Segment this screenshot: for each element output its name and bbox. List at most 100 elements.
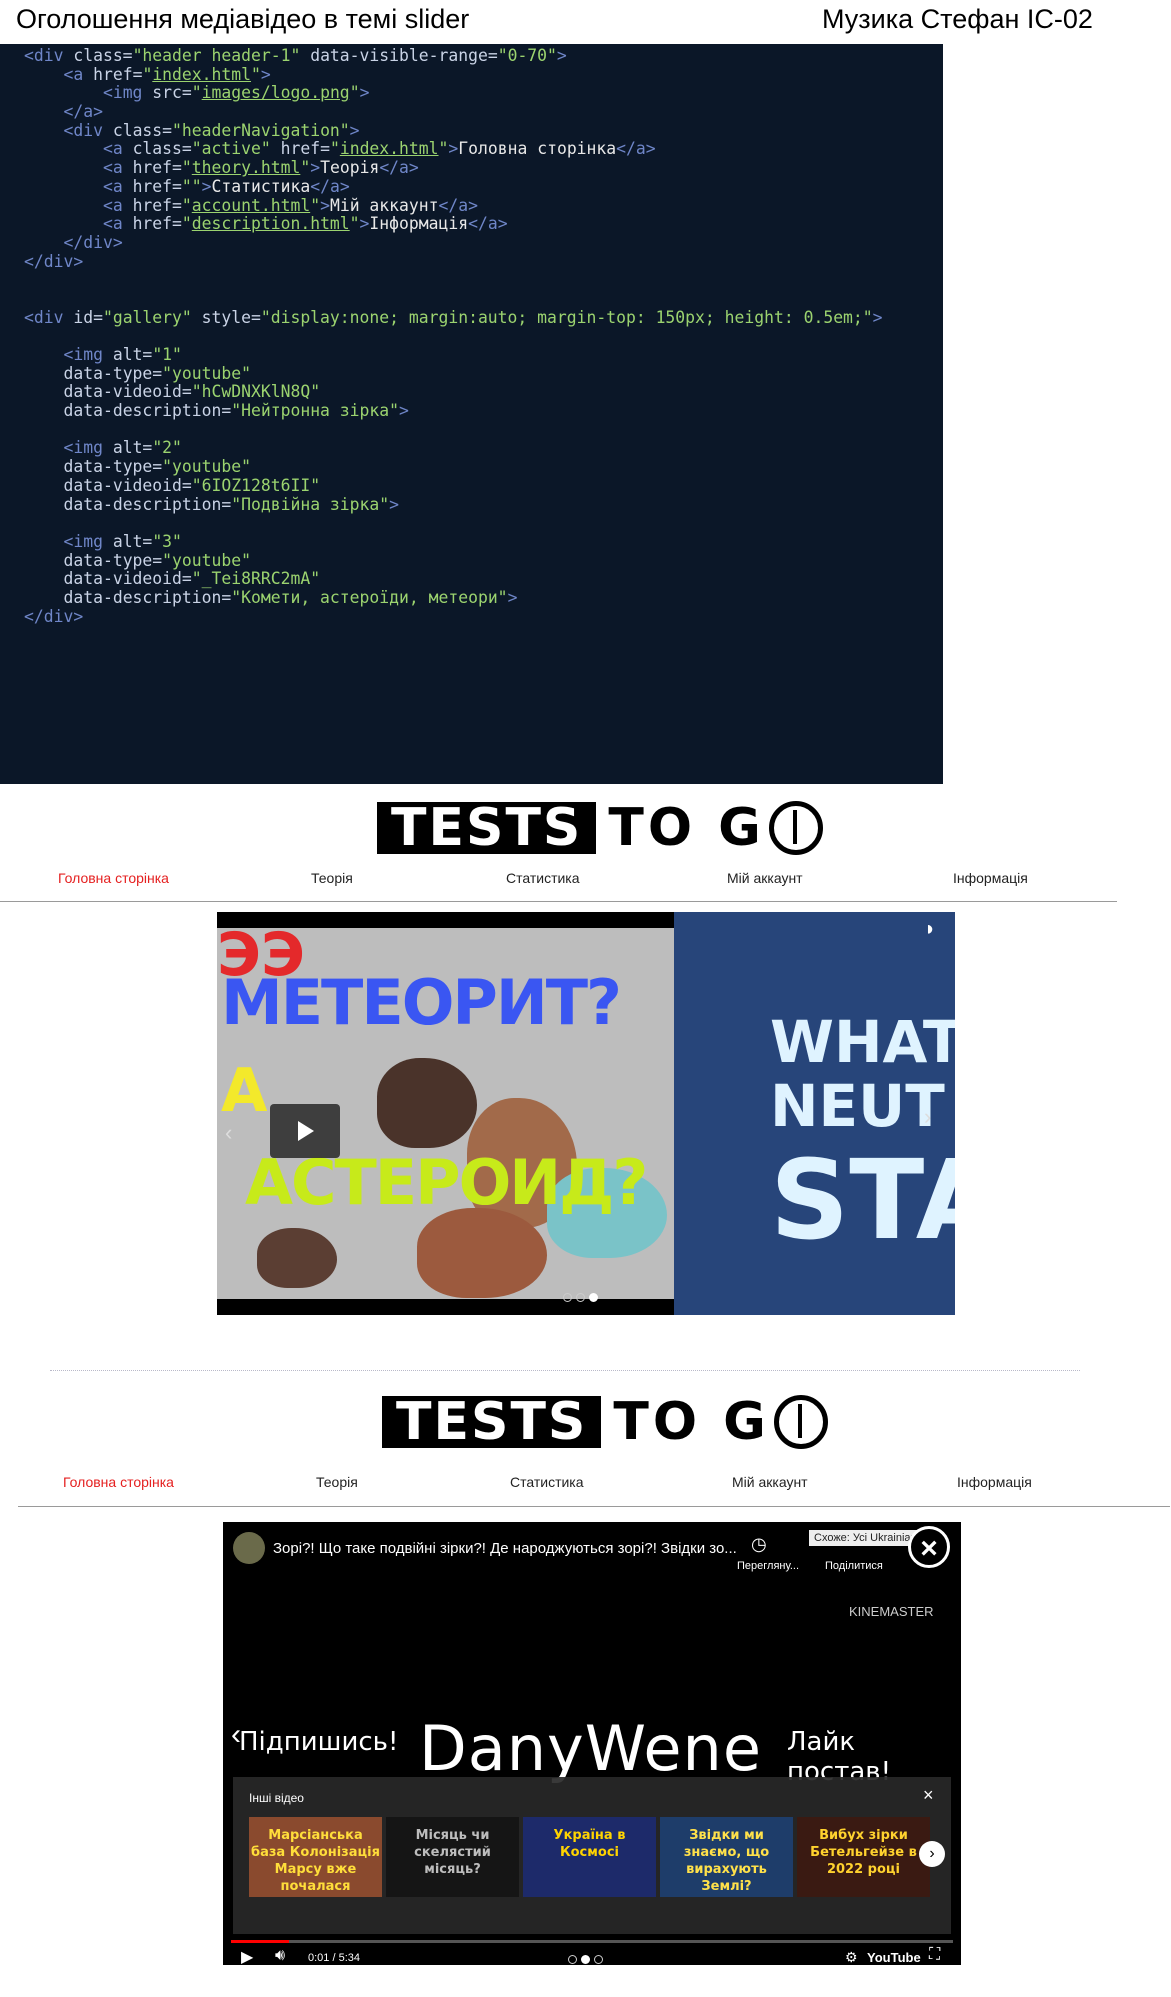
video-thumbnail[interactable]: Звідки ми знаємо, що вирахують Землі?	[660, 1817, 793, 1897]
video-thumbnail[interactable]: Україна в Космосі	[523, 1817, 656, 1897]
nav-theory[interactable]: Теорія	[311, 870, 353, 886]
code-token: </a>	[310, 176, 350, 196]
code-line: <img src="images/logo.png">	[24, 81, 883, 103]
video-thumbnail[interactable]: Марсіанська база Колонізація Марсу вже п…	[249, 1817, 382, 1897]
code-panel: <div class="header header-1" data-visibl…	[0, 44, 943, 784]
settings-icon[interactable]: ⚙︎	[845, 1949, 858, 1965]
yellow-overlay-decoration: А	[221, 1056, 268, 1126]
prev-arrow-icon[interactable]: ‹	[231, 1718, 241, 1752]
video-text-what: WHAT	[770, 1008, 955, 1076]
nav-account[interactable]: Мій аккаунт	[727, 870, 803, 886]
next-arrow-icon[interactable]: ›	[924, 1104, 931, 1130]
prev-arrow-icon[interactable]: ‹	[225, 1120, 232, 1146]
code-line: data-videoid="_Tei8RRC2mA"	[24, 567, 883, 588]
channel-avatar[interactable]	[233, 1532, 265, 1564]
fullscreen-icon[interactable]: ⛶	[929, 1946, 940, 1964]
code-line: data-type="youtube"	[24, 455, 883, 476]
header-divider-1	[0, 901, 1117, 902]
slider-dot[interactable]	[568, 1955, 577, 1964]
code-line: </div>	[24, 605, 883, 626]
youtube-logo[interactable]: YouTube	[867, 1950, 921, 1965]
code-line: </div>	[24, 231, 883, 252]
code-line: <img alt="3"	[24, 530, 883, 551]
video-text-neut: NEUT	[770, 1072, 945, 1140]
slider-dot-active[interactable]	[589, 1293, 598, 1302]
play-icon[interactable]: ▶	[241, 1947, 253, 1965]
code-token: id=	[73, 307, 103, 327]
nav-statistics[interactable]: Статистика	[510, 1474, 584, 1490]
youtube-player[interactable]: Зорі?! Що таке подвійні зірки?! Де народ…	[223, 1522, 961, 1965]
nav-home[interactable]: Головна сторінка	[63, 1474, 174, 1490]
code-line: data-type="youtube"	[24, 549, 883, 570]
other-videos-title: Інші відео	[249, 1791, 304, 1805]
logo-rest-text: TO G	[613, 1392, 828, 1452]
nav-home[interactable]: Головна сторінка	[58, 870, 169, 886]
nav-account[interactable]: Мій аккаунт	[732, 1474, 808, 1490]
code-token: data-description=	[63, 587, 232, 607]
code-line: <a href="description.html">Інформація</a…	[24, 212, 883, 234]
code-listing: <div class="header header-1" data-visibl…	[24, 44, 883, 626]
code-token: </a>	[468, 214, 508, 234]
progress-bar[interactable]	[231, 1940, 953, 1943]
code-token: data-description=	[63, 401, 232, 421]
code-line: data-videoid="6IOZ128t6II"	[24, 474, 883, 495]
nav-info[interactable]: Інформація	[957, 1474, 1032, 1490]
slider-dots-2	[568, 1955, 603, 1964]
carousel-next-icon[interactable]: ›	[919, 1841, 945, 1867]
code-token: "	[438, 139, 449, 159]
video-thumbnail-neutron[interactable]: WHAT NEUT STA ◗ ›	[674, 912, 955, 1315]
code-token: <a	[102, 176, 133, 196]
code-line: <a href="account.html">Мій аккаунт</a>	[24, 194, 883, 215]
video-thumbnail-meteor[interactable]: ЭЭ А МЕТЕОРИТ? АСТЕРОИД? ‹	[217, 928, 674, 1299]
slider-dot[interactable]	[576, 1293, 585, 1302]
code-token: data-description=	[63, 494, 232, 514]
panel-close-icon[interactable]: ×	[923, 1785, 934, 1806]
code-token: >	[359, 214, 370, 234]
watch-later-label[interactable]: Перегляну...	[737, 1560, 799, 1572]
code-token: src=	[152, 83, 192, 103]
share-label[interactable]: Поділитися	[825, 1560, 883, 1572]
header-divider-2	[18, 1506, 1170, 1507]
volume-icon[interactable]: 🔊︎	[275, 1947, 285, 1965]
code-token: "0-70"	[497, 46, 557, 65]
code-token: <img	[102, 83, 153, 103]
code-line: <a class="active" href="index.html">Голо…	[24, 137, 883, 159]
site-logo[interactable]: TESTS TO G	[377, 798, 823, 858]
code-line: data-description="Нейтронна зірка">	[24, 399, 883, 421]
brain-icon	[768, 801, 823, 855]
nav-statistics[interactable]: Статистика	[506, 870, 580, 886]
code-line: <img alt="1"	[24, 343, 883, 364]
video-thumbnail[interactable]: Місяць чи скелястий місяць?	[386, 1817, 519, 1897]
nav-theory[interactable]: Теорія	[316, 1474, 358, 1490]
video-thumbnail[interactable]: Вибух зірки Бетельгейзе в 2022 році	[797, 1817, 930, 1897]
site-logo-2[interactable]: TESTS TO G	[382, 1392, 828, 1452]
slider-dot[interactable]	[594, 1955, 603, 1964]
close-icon[interactable]: ×	[908, 1526, 950, 1568]
code-token: </a>	[379, 158, 419, 178]
nav-info[interactable]: Інформація	[953, 870, 1028, 886]
code-token: >	[507, 587, 518, 607]
code-token: data-visible-range=	[300, 46, 498, 65]
video-text-sta: STA	[770, 1136, 955, 1264]
logo-rest-text: TO G	[608, 798, 823, 858]
logo-rest-letters: TO G	[608, 798, 765, 858]
caption-subscribe: Підпишись!	[239, 1727, 399, 1757]
logo-box-text: TESTS	[377, 802, 597, 854]
slider-dot-active[interactable]	[581, 1955, 590, 1964]
clock-icon[interactable]: ◷	[751, 1534, 767, 1555]
video-title[interactable]: Зорі?! Що таке подвійні зірки?! Де народ…	[273, 1540, 753, 1557]
loading-spinner-icon: ◗	[924, 918, 937, 940]
rock-shape	[257, 1228, 337, 1288]
code-token: >	[872, 307, 883, 327]
code-line: </a>	[24, 100, 883, 121]
video-slider-1[interactable]: ЭЭ А МЕТЕОРИТ? АСТЕРОИД? ‹ WHAT NEUT STA…	[217, 912, 955, 1315]
play-button[interactable]	[270, 1104, 340, 1158]
slider-dot[interactable]	[563, 1293, 572, 1302]
code-token: Статистика	[211, 176, 311, 196]
code-token: Головна сторінка	[458, 139, 617, 159]
watermark-label: KINEMASTER	[849, 1604, 934, 1619]
code-token: "	[349, 83, 360, 103]
